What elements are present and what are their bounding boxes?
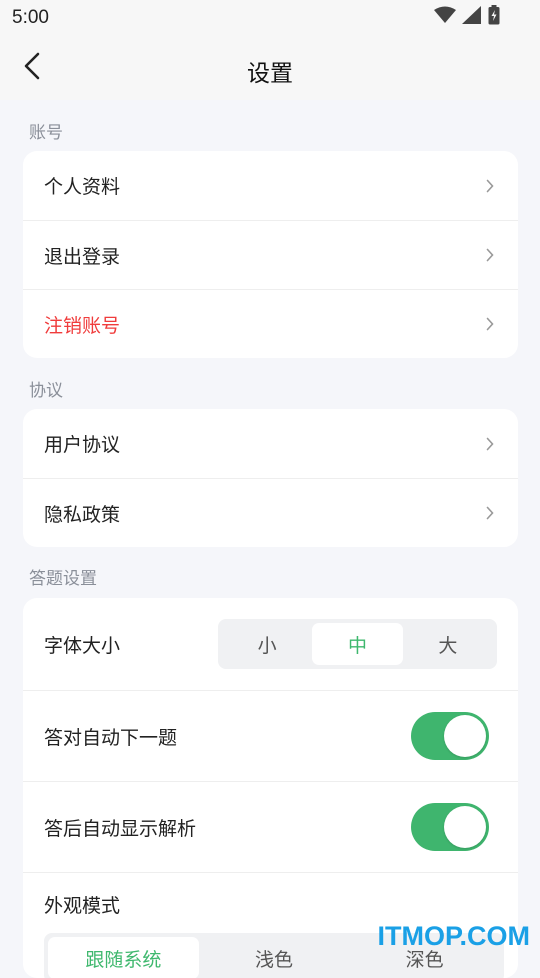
- status-icons: [434, 5, 500, 29]
- toggle-knob: [444, 715, 486, 757]
- agreement-card: 用户协议 隐私政策: [23, 409, 518, 547]
- auto-next-row: 答对自动下一题: [23, 690, 518, 781]
- section-title-answer: 答题设置: [29, 569, 97, 589]
- auto-next-toggle[interactable]: [411, 712, 489, 760]
- auto-analysis-row: 答后自动显示解析: [23, 781, 518, 872]
- section-title-agreement: 协议: [29, 381, 63, 401]
- page-title: 设置: [247, 61, 293, 87]
- auto-analysis-toggle[interactable]: [411, 803, 489, 851]
- section-title-account: 账号: [29, 123, 63, 143]
- row-label: 用户协议: [44, 434, 121, 456]
- font-size-row: 字体大小 小 中 大: [23, 598, 518, 690]
- logout-item[interactable]: 退出登录: [23, 220, 518, 289]
- privacy-policy-item[interactable]: 隐私政策: [23, 478, 518, 547]
- chevron-right-icon: [483, 314, 497, 334]
- nav-bar: 设置: [0, 36, 540, 100]
- signal-icon: [462, 6, 482, 28]
- row-label: 个人资料: [44, 176, 121, 198]
- account-card: 个人资料 退出登录 注销账号: [23, 151, 518, 358]
- toggle-knob: [444, 806, 486, 848]
- chevron-right-icon: [483, 176, 497, 196]
- user-agreement-item[interactable]: 用户协议: [23, 409, 518, 478]
- battery-icon: [488, 5, 500, 29]
- font-size-segmented: 小 中 大: [218, 619, 497, 669]
- font-size-small[interactable]: 小: [222, 623, 312, 665]
- watermark-logo: ITMOP.COM: [377, 921, 530, 951]
- appearance-label: 外观模式: [44, 895, 121, 917]
- chevron-right-icon: [483, 245, 497, 265]
- row-label: 注销账号: [44, 314, 121, 337]
- appearance-follow-system[interactable]: 跟随系统: [48, 937, 199, 978]
- row-label: 隐私政策: [44, 503, 121, 526]
- font-size-medium[interactable]: 中: [312, 623, 403, 665]
- font-size-large[interactable]: 大: [403, 623, 493, 665]
- status-time: 5:00: [12, 7, 49, 28]
- profile-item[interactable]: 个人资料: [23, 151, 518, 220]
- wifi-icon: [434, 6, 456, 28]
- chevron-right-icon: [483, 503, 497, 523]
- chevron-right-icon: [483, 434, 497, 454]
- delete-account-item[interactable]: 注销账号: [23, 289, 518, 358]
- status-bar: 5:00: [0, 0, 540, 36]
- appearance-light[interactable]: 浅色: [199, 937, 350, 978]
- row-label: 退出登录: [44, 245, 121, 268]
